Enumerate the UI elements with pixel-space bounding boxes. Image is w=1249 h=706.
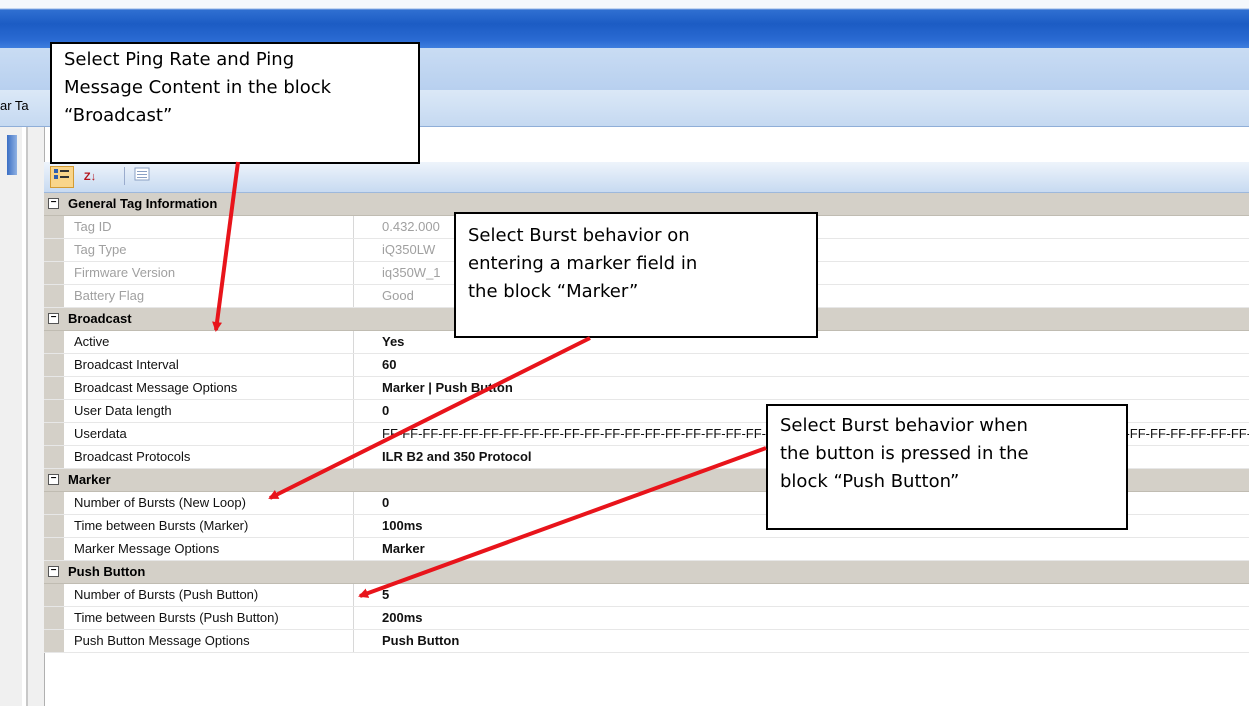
property-name: Tag ID xyxy=(64,216,354,238)
callout-line: Select Burst behavior on xyxy=(468,225,690,246)
callout-line: Select Ping Rate and Ping xyxy=(64,49,295,70)
collapse-toggle-icon[interactable]: − xyxy=(48,474,59,485)
property-row-push-button-message-options[interactable]: Push Button Message Options Push Button xyxy=(44,630,1249,653)
property-name: Tag Type xyxy=(64,239,354,261)
toolbar-separator xyxy=(124,167,125,185)
property-value[interactable]: 5 xyxy=(356,584,1249,606)
property-name: User Data length xyxy=(64,400,354,422)
property-value[interactable]: Push Button xyxy=(356,630,1249,652)
callout-line: entering a marker field in xyxy=(468,253,698,274)
window-titlebar xyxy=(0,0,1249,48)
callout-line: the button is pressed in the xyxy=(780,443,1029,464)
property-name: Battery Flag xyxy=(64,285,354,307)
category-push-button[interactable]: − Push Button xyxy=(44,561,1249,584)
category-label: Push Button xyxy=(68,564,146,579)
property-name: Number of Bursts (New Loop) xyxy=(64,492,354,514)
property-row-broadcast-message-options[interactable]: Broadcast Message Options Marker | Push … xyxy=(44,377,1249,400)
collapse-toggle-icon[interactable]: − xyxy=(48,566,59,577)
callout-line: Message Content in the block xyxy=(64,77,332,98)
callout-broadcast: Select Ping Rate and Ping Message Conten… xyxy=(50,42,420,164)
alphabetical-sort-button[interactable]: Z↓ xyxy=(76,166,104,188)
property-row-marker-message-options[interactable]: Marker Message Options Marker xyxy=(44,538,1249,561)
callout-push-button: Select Burst behavior when the button is… xyxy=(766,404,1128,530)
property-value[interactable]: 60 xyxy=(356,354,1249,376)
category-label: Marker xyxy=(68,472,111,487)
property-value[interactable]: 200ms xyxy=(356,607,1249,629)
left-panel-strip xyxy=(0,127,22,706)
collapse-toggle-icon[interactable]: − xyxy=(48,313,59,324)
category-label: Broadcast xyxy=(68,311,132,326)
callout-marker: Select Burst behavior on entering a mark… xyxy=(454,212,818,338)
callout-line: block “Push Button” xyxy=(780,471,960,492)
property-name: Firmware Version xyxy=(64,262,354,284)
property-name: Marker Message Options xyxy=(64,538,354,560)
property-name: Number of Bursts (Push Button) xyxy=(64,584,354,606)
collapse-toggle-icon[interactable]: − xyxy=(48,198,59,209)
callout-line: the block “Marker” xyxy=(468,281,639,302)
property-pages-button[interactable] xyxy=(130,166,154,188)
property-name: Broadcast Message Options xyxy=(64,377,354,399)
categorized-view-button[interactable] xyxy=(50,166,74,188)
callout-line: “Broadcast” xyxy=(64,105,173,126)
property-value[interactable]: Marker | Push Button xyxy=(356,377,1249,399)
category-label: General Tag Information xyxy=(68,196,218,211)
property-name: Broadcast Interval xyxy=(64,354,354,376)
property-name: Broadcast Protocols xyxy=(64,446,354,468)
property-name: Userdata xyxy=(64,423,354,445)
tab-partial-label[interactable]: ar Ta xyxy=(0,98,29,113)
property-name: Time between Bursts (Marker) xyxy=(64,515,354,537)
property-value[interactable]: Marker xyxy=(356,538,1249,560)
property-row-number-of-bursts-push-button[interactable]: Number of Bursts (Push Button) 5 xyxy=(44,584,1249,607)
property-row-broadcast-interval[interactable]: Broadcast Interval 60 xyxy=(44,354,1249,377)
property-row-time-between-bursts-push-button[interactable]: Time between Bursts (Push Button) 200ms xyxy=(44,607,1249,630)
callout-line: Select Burst behavior when xyxy=(780,415,1028,436)
property-name: Time between Bursts (Push Button) xyxy=(64,607,354,629)
property-name: Push Button Message Options xyxy=(64,630,354,652)
categorized-icon xyxy=(54,169,69,179)
panel-accent-bar xyxy=(7,135,17,175)
property-pages-icon xyxy=(134,167,150,181)
property-grid-toolbar: Z↓ xyxy=(44,162,1249,193)
property-name: Active xyxy=(64,331,354,353)
